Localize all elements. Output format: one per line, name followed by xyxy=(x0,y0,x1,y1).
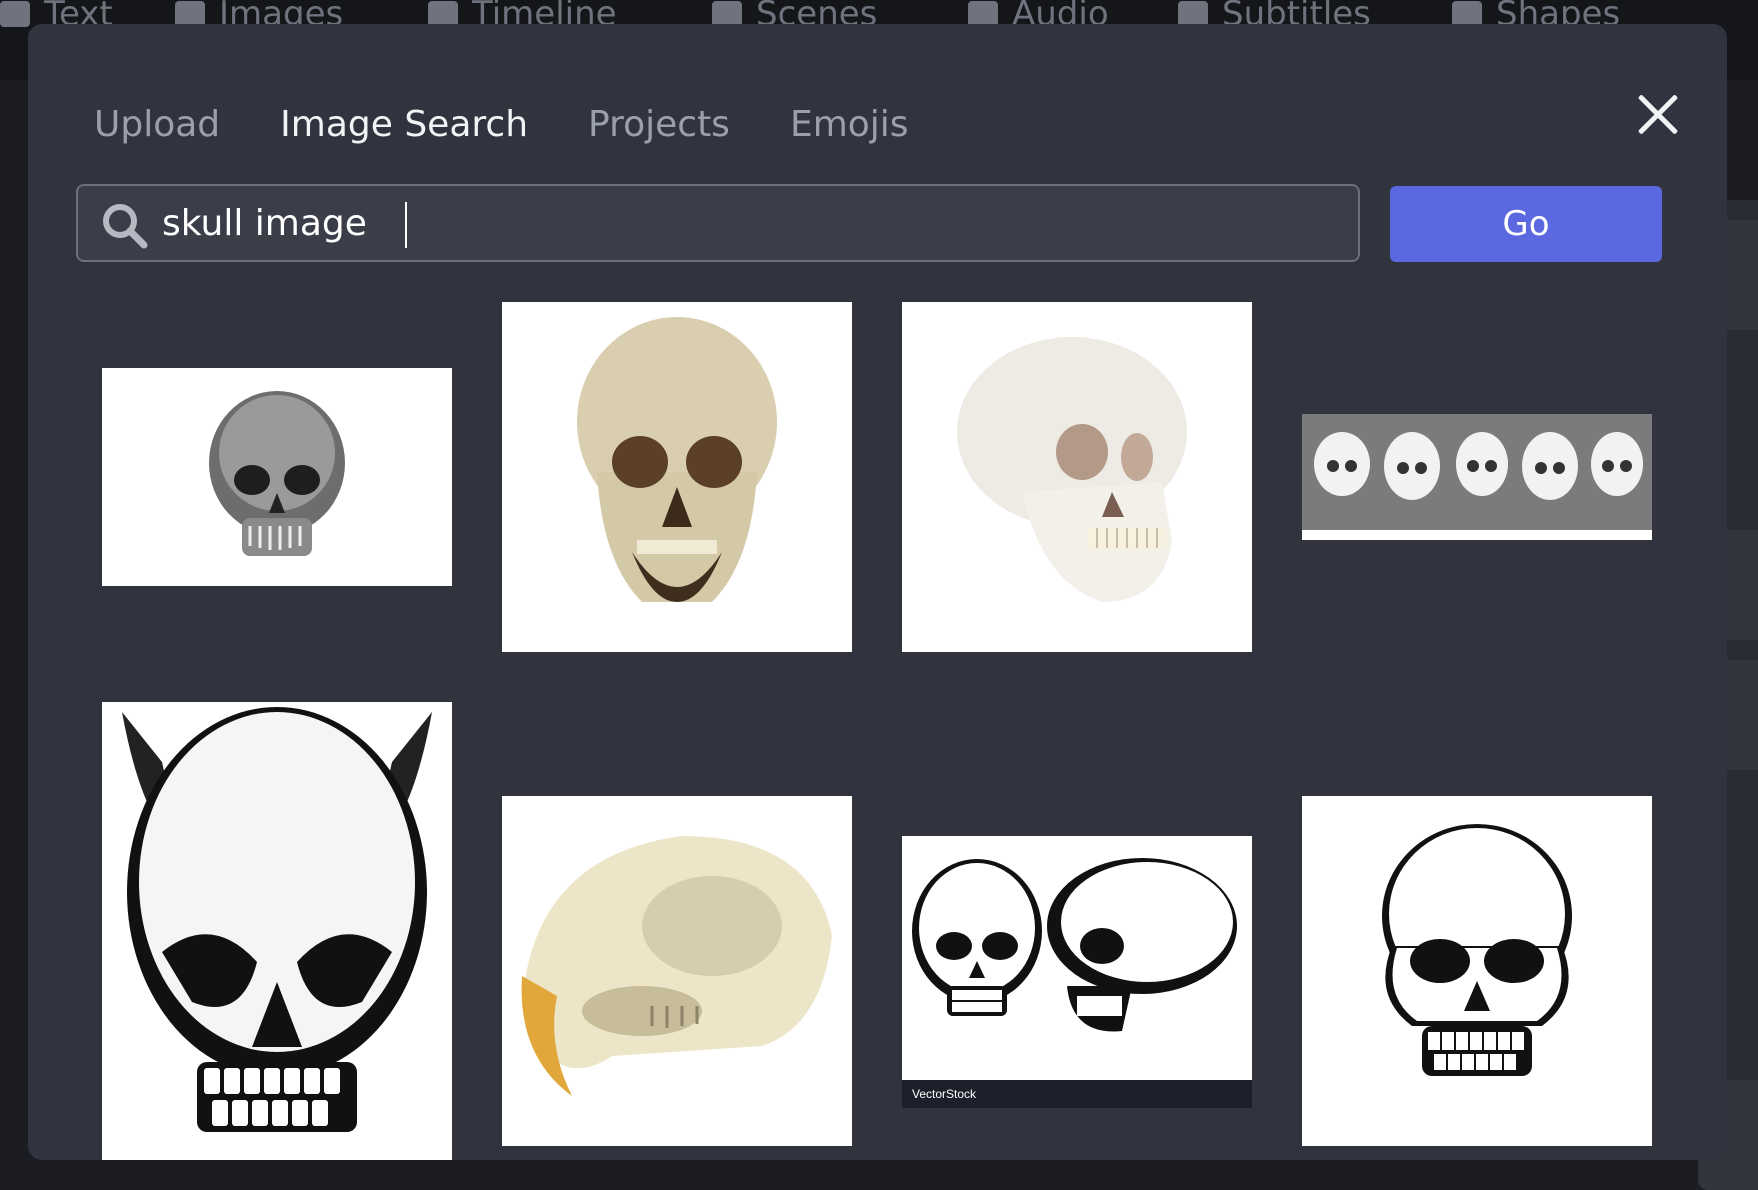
search-result-image[interactable] xyxy=(1302,796,1652,1146)
go-button[interactable]: Go xyxy=(1390,186,1662,262)
search-bar xyxy=(76,184,1360,262)
search-result-image[interactable] xyxy=(502,302,852,652)
search-icon xyxy=(103,204,148,249)
text-icon xyxy=(0,1,30,27)
image-picker-modal: Upload Image Search Projects Emojis Go xyxy=(28,24,1727,1160)
modal-tabs: Upload Image Search Projects Emojis xyxy=(94,100,969,156)
tab-image-search[interactable]: Image Search xyxy=(280,100,528,156)
search-input[interactable] xyxy=(162,192,1342,254)
search-result-image[interactable]: VectorStock xyxy=(902,836,1252,1108)
vectorstock-watermark: VectorStock xyxy=(912,1087,977,1101)
tab-upload[interactable]: Upload xyxy=(94,100,220,156)
close-icon[interactable] xyxy=(1628,86,1688,146)
tab-emojis[interactable]: Emojis xyxy=(790,100,909,156)
search-result-image[interactable] xyxy=(102,368,452,586)
tab-projects[interactable]: Projects xyxy=(588,100,730,156)
search-result-image[interactable] xyxy=(102,702,452,1160)
text-caret xyxy=(405,202,407,248)
search-result-image[interactable] xyxy=(1302,414,1652,540)
search-result-image[interactable] xyxy=(902,302,1252,652)
search-result-image[interactable] xyxy=(502,796,852,1146)
